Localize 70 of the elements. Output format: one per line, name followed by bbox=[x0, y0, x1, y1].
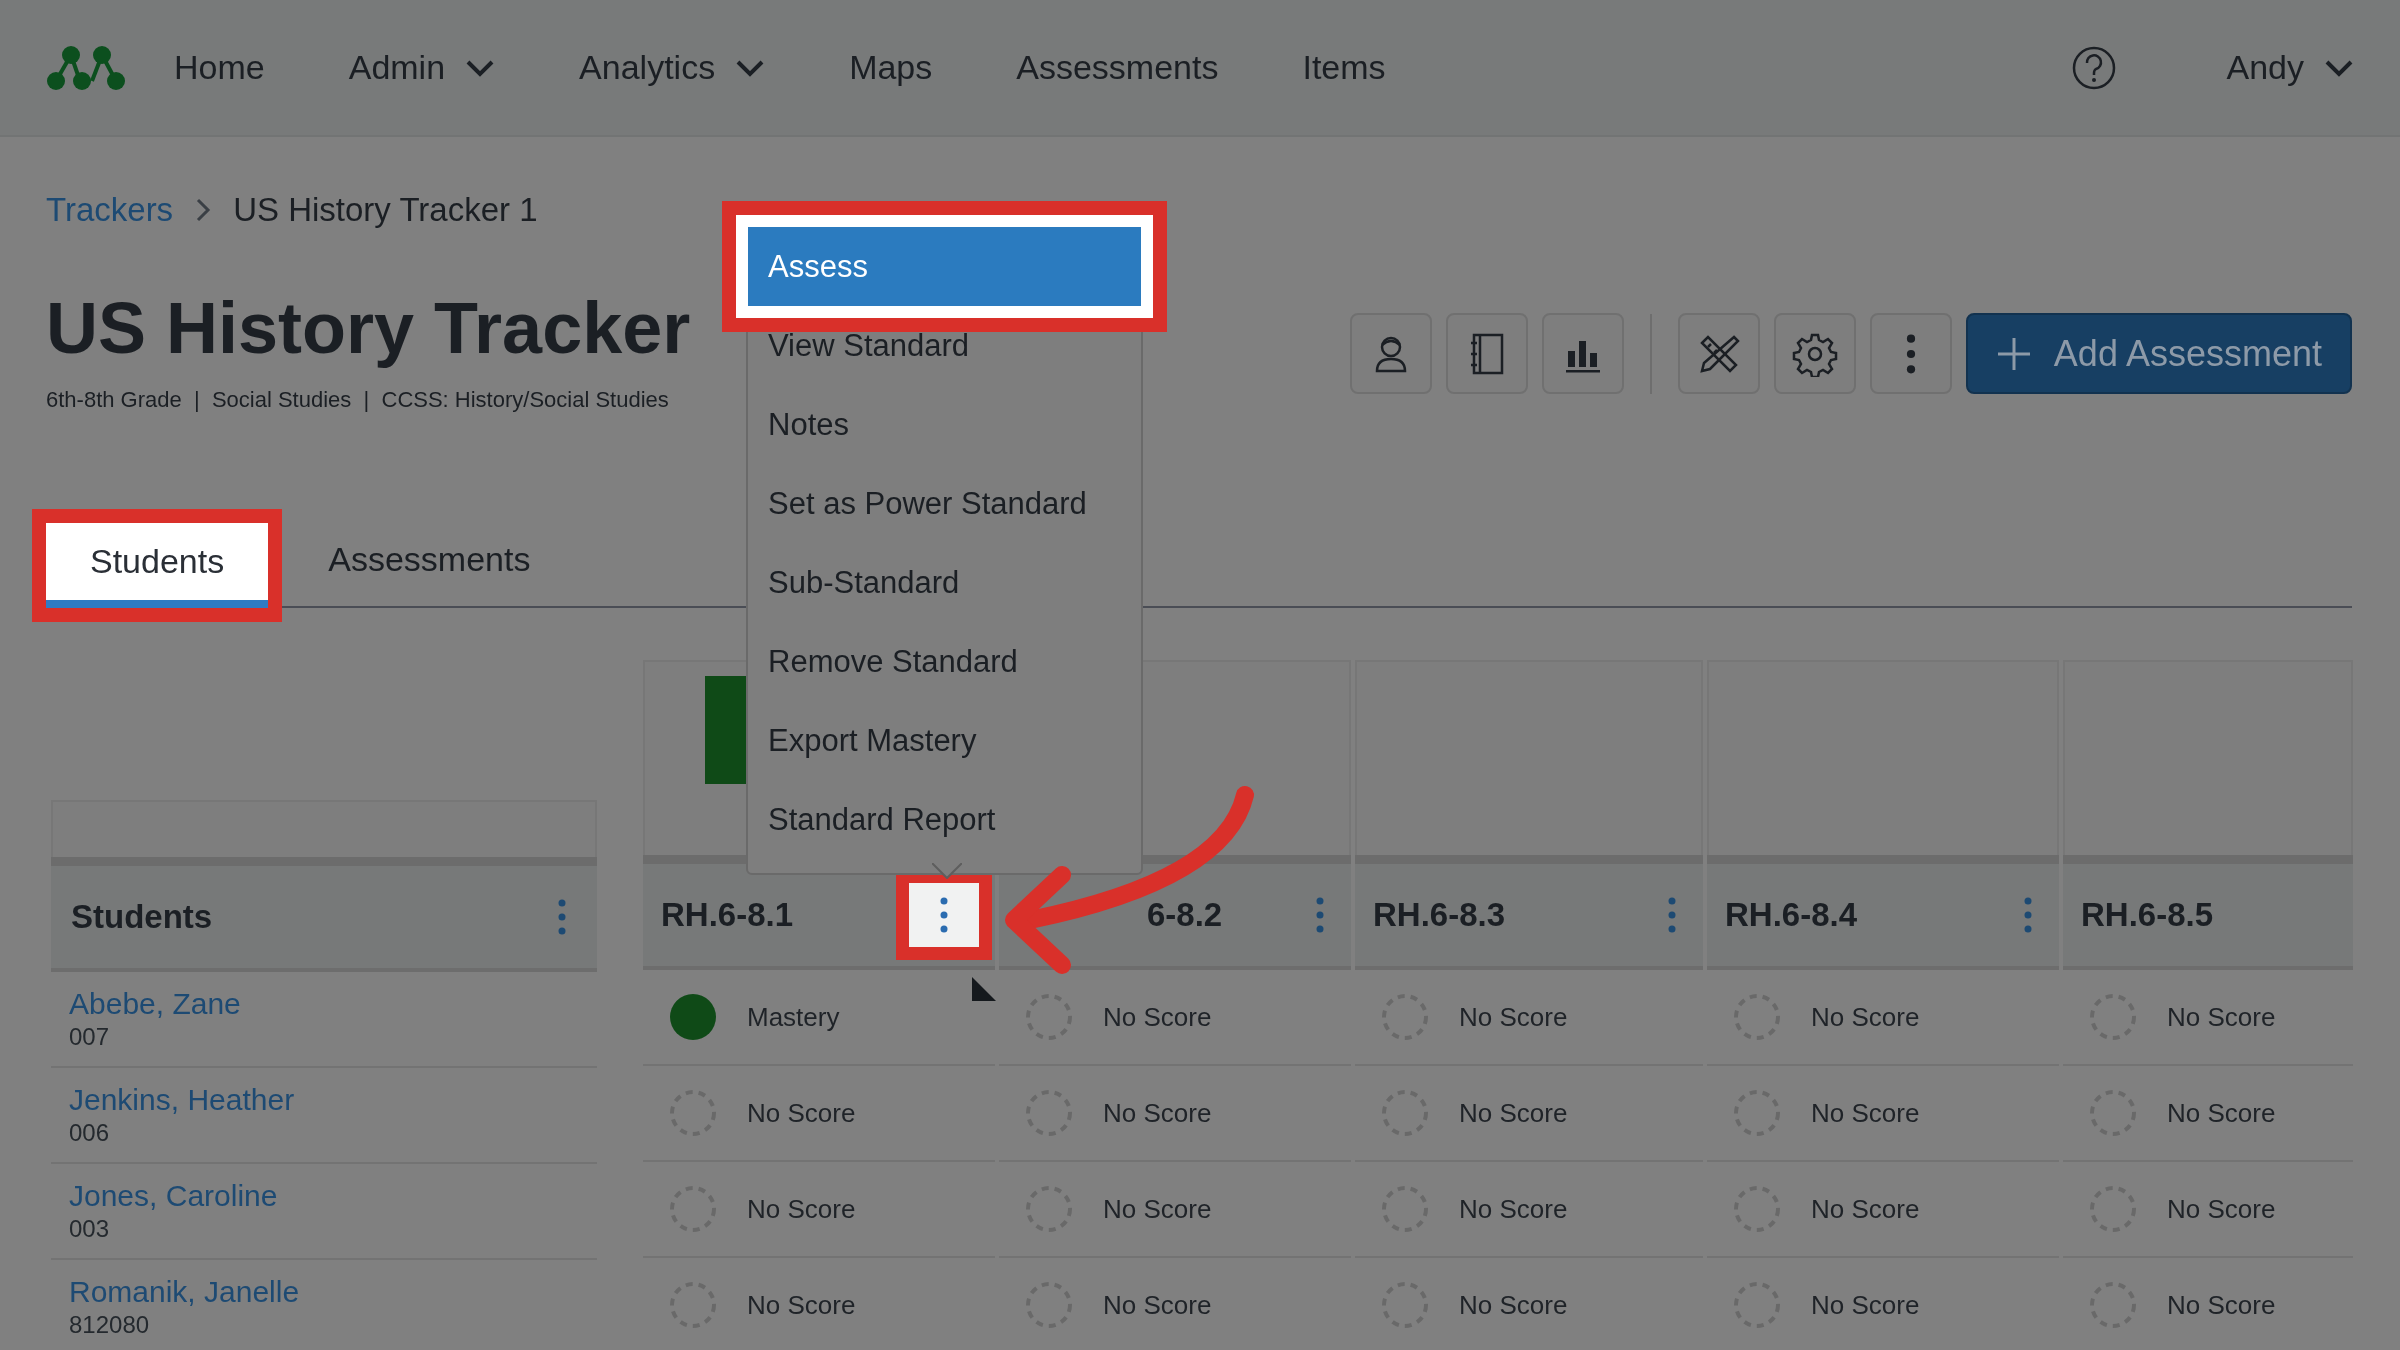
score-label: No Score bbox=[747, 1289, 856, 1321]
score-label: Mastery bbox=[747, 1001, 840, 1033]
subtitle-text: 6th-8th Grade | Social Studies | CCSS: History/Social Studies bbox=[46, 387, 670, 413]
student-name-link[interactable]: Jones, Caroline bbox=[69, 1178, 579, 1214]
standard-code: RH.6-8.5 bbox=[2081, 896, 2214, 934]
page-title: US History Tracker bbox=[46, 287, 691, 370]
menu-item[interactable]: Export Mastery bbox=[748, 701, 1141, 780]
settings-button[interactable] bbox=[1773, 313, 1856, 394]
notebook-button[interactable] bbox=[1445, 313, 1528, 394]
score-label: No Score bbox=[1103, 1289, 1212, 1321]
more-options-icon bbox=[1667, 895, 1677, 935]
nav-link[interactable]: Assessments bbox=[1016, 48, 1219, 87]
nav-link[interactable]: Admin bbox=[348, 48, 496, 87]
add-assessment-button[interactable]: Add Assessment bbox=[1965, 313, 2352, 394]
score-label: No Score bbox=[1103, 1097, 1212, 1129]
plus-icon bbox=[1995, 335, 2032, 372]
pencil-ruler-button[interactable] bbox=[1677, 313, 1760, 394]
score-label: No Score bbox=[1459, 1289, 1568, 1321]
score-label: No Score bbox=[747, 1193, 856, 1225]
nav-link[interactable]: Maps bbox=[849, 48, 933, 87]
breadcrumb-link[interactable]: Trackers bbox=[46, 191, 174, 229]
bar-chart-button[interactable] bbox=[1541, 313, 1624, 394]
mouse-cursor-icon bbox=[970, 975, 998, 1003]
score-label: No Score bbox=[1811, 1289, 1920, 1321]
standard-code: 6-8.2 bbox=[1146, 896, 1223, 934]
student-name-link[interactable]: Romanik, Janelle bbox=[69, 1274, 579, 1310]
menu-item[interactable]: Remove Standard bbox=[748, 622, 1141, 701]
chevron-right-icon bbox=[195, 197, 212, 223]
score-label: No Score bbox=[2167, 1289, 2276, 1321]
score-label: No Score bbox=[1811, 1001, 1920, 1033]
score-label: No Score bbox=[1103, 1001, 1212, 1033]
user-menu[interactable]: Andy bbox=[2226, 48, 2354, 87]
column-title: Students bbox=[71, 898, 213, 936]
more-options-icon bbox=[2023, 895, 2033, 935]
student-id: 003 bbox=[69, 1214, 111, 1244]
student-id: 006 bbox=[69, 1118, 111, 1148]
more-options-icon bbox=[1315, 895, 1325, 935]
nav-link[interactable]: Analytics bbox=[579, 48, 766, 87]
menu-item[interactable]: Sub-Standard bbox=[748, 543, 1141, 622]
score-label: No Score bbox=[1459, 1001, 1568, 1033]
person-button[interactable] bbox=[1349, 313, 1432, 394]
score-label: No Score bbox=[1103, 1193, 1212, 1225]
help-icon[interactable] bbox=[2070, 44, 2117, 91]
nav-link[interactable]: Home bbox=[174, 48, 265, 87]
student-name-link[interactable]: Jenkins, Heather bbox=[69, 1082, 579, 1118]
score-label: No Score bbox=[2167, 1001, 2276, 1033]
menu-item[interactable]: Notes bbox=[748, 385, 1141, 464]
score-label: No Score bbox=[2167, 1097, 2276, 1129]
score-label: No Score bbox=[1811, 1193, 1920, 1225]
student-id: 812080 bbox=[69, 1310, 151, 1340]
score-label: No Score bbox=[2167, 1193, 2276, 1225]
menu-item[interactable]: Set as Power Standard bbox=[748, 464, 1141, 543]
menu-item[interactable]: Standard Report bbox=[748, 780, 1141, 859]
student-id: 007 bbox=[69, 1022, 111, 1052]
student-name-link[interactable]: Abebe, Zane bbox=[69, 986, 579, 1022]
score-label: No Score bbox=[747, 1097, 856, 1129]
standard-code: RH.6-8.3 bbox=[1373, 896, 1506, 934]
score-label: No Score bbox=[1811, 1097, 1920, 1129]
more-options-icon bbox=[939, 895, 949, 935]
breadcrumb-current: US History Tracker 1 bbox=[233, 191, 538, 229]
nav-link[interactable]: Items bbox=[1302, 48, 1386, 87]
more-options-icon bbox=[1905, 333, 1916, 374]
standard-code: RH.6-8.4 bbox=[1725, 896, 1858, 934]
score-label: No Score bbox=[1459, 1193, 1568, 1225]
score-label: No Score bbox=[1459, 1097, 1568, 1129]
more-options-icon bbox=[557, 897, 567, 937]
tab[interactable]: Assessments bbox=[308, 521, 551, 606]
menu-item[interactable]: View Standard bbox=[748, 306, 1141, 385]
standard-code: RH.6-8.1 bbox=[661, 896, 794, 934]
more-options-button[interactable] bbox=[1869, 313, 1952, 394]
